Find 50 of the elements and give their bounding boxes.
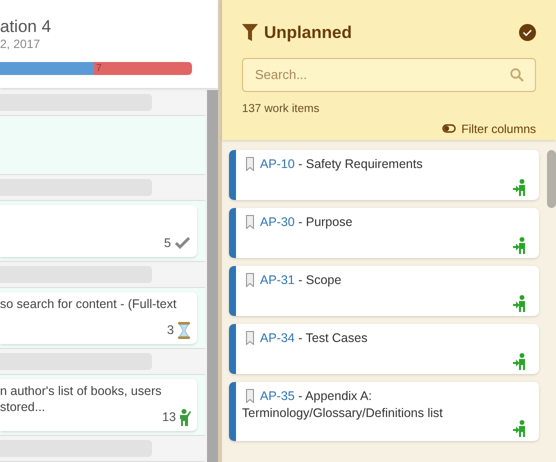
card-title: AP-10 - Safety Requirements bbox=[242, 156, 527, 181]
scrollbar-thumb[interactable] bbox=[547, 150, 556, 208]
toggle-icon bbox=[442, 124, 456, 134]
work-item-count: 137 work items bbox=[242, 102, 320, 116]
work-item-card[interactable]: AP-31 - Scope bbox=[229, 266, 539, 316]
card-text: so search for content - (Full-text bbox=[0, 296, 176, 312]
person-arrow-icon bbox=[513, 237, 527, 254]
filter-icon bbox=[242, 24, 258, 42]
item-count: 3 bbox=[167, 322, 174, 340]
search-icon bbox=[510, 68, 524, 82]
person-arrow-icon bbox=[513, 353, 527, 370]
bookmark-icon[interactable] bbox=[246, 389, 254, 403]
remaining-count: 7 bbox=[96, 64, 102, 74]
card-title: AP-35 - Appendix A: Terminology/Glossary/Definitions list bbox=[242, 388, 444, 422]
work-item-card[interactable]: AP-34 - Test Cases bbox=[229, 324, 539, 374]
work-item-link[interactable]: AP-31 bbox=[260, 273, 295, 287]
card-text: n author's list of books, users bbox=[0, 382, 162, 399]
scrollbar[interactable] bbox=[207, 90, 218, 462]
person-arrow-icon bbox=[513, 179, 527, 196]
work-item-card[interactable]: n author's list of books, users stored... 13 bbox=[0, 378, 197, 431]
iteration-title: ation 4 bbox=[0, 16, 52, 38]
work-item-card[interactable]: 5 bbox=[0, 204, 197, 257]
work-item-link[interactable]: AP-34 bbox=[260, 331, 295, 345]
bookmark-icon[interactable] bbox=[246, 215, 254, 229]
bookmark-icon[interactable] bbox=[246, 331, 254, 345]
person-icon bbox=[179, 409, 191, 426]
search-field[interactable]: Search... bbox=[242, 58, 536, 92]
item-count: 5 bbox=[164, 235, 171, 252]
work-item-card[interactable]: so search for content - (Full-text 3 bbox=[0, 292, 197, 344]
hourglass-icon bbox=[177, 322, 191, 339]
card-title: AP-31 - Scope bbox=[242, 272, 527, 297]
work-item-card[interactable]: AP-35 - Appendix A: Terminology/Glossary/Definitions list bbox=[229, 382, 539, 441]
bookmark-icon[interactable] bbox=[246, 157, 254, 171]
card-title: AP-34 - Test Cases bbox=[242, 330, 527, 355]
work-item-link[interactable]: AP-35 bbox=[260, 389, 295, 403]
work-item-card[interactable]: AP-30 - Purpose bbox=[229, 208, 539, 258]
person-arrow-icon bbox=[513, 295, 527, 312]
work-item-link[interactable]: AP-30 bbox=[260, 215, 295, 229]
work-item-card[interactable]: AP-10 - Safety Requirements bbox=[229, 150, 539, 200]
bookmark-icon[interactable] bbox=[246, 273, 254, 287]
card-text: stored... bbox=[0, 398, 46, 415]
checkmark-icon bbox=[174, 236, 191, 250]
person-arrow-icon bbox=[513, 420, 527, 437]
iteration-date: 2, 2017 bbox=[0, 37, 42, 52]
column-title: Unplanned bbox=[264, 22, 352, 44]
work-item-link[interactable]: AP-10 bbox=[260, 157, 295, 171]
card-title: AP-30 - Purpose bbox=[242, 214, 527, 239]
item-count: 13 bbox=[162, 409, 176, 426]
check-circle-icon[interactable] bbox=[519, 24, 536, 42]
filter-columns-link[interactable]: Filter columns bbox=[461, 120, 536, 138]
